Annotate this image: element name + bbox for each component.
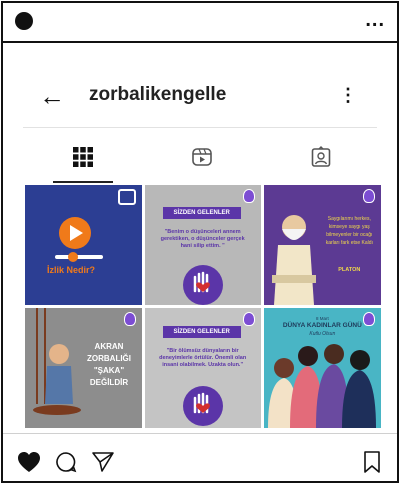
post-4-headline-3: "ŞAKA" [93, 366, 125, 375]
footer-divider [3, 433, 397, 434]
play-illustration [55, 217, 103, 262]
post-tile-4[interactable]: AKRAN ZORBALIĞI "ŞAKA" DEĞİLDİR [25, 308, 142, 428]
phone-frame: ... ← zorbalikengelle ⋮ İzlik Nedir? SİZ… [1, 1, 399, 483]
post-3-author: PLATON [338, 267, 361, 273]
reels-icon [192, 148, 212, 166]
header-divider [23, 127, 377, 128]
more-options-button[interactable]: ... [365, 9, 385, 32]
profile-username: zorbalikengelle [89, 84, 227, 105]
kebab-menu-icon[interactable]: ⋮ [339, 85, 357, 106]
profile-tabs [23, 133, 377, 183]
back-arrow-icon[interactable]: ← [39, 83, 65, 109]
hand-heart-illustration [182, 265, 223, 305]
post-1-caption: İzlik Nedir? [47, 265, 96, 275]
post-4-headline-4: DEĞİLDİR [89, 378, 129, 387]
post-4-headline-2: ZORBALIĞI [87, 354, 131, 363]
tab-grid[interactable] [23, 133, 143, 183]
grid-icon [73, 147, 93, 167]
post-tile-6[interactable]: 8 Mart DÜNYA KADINLAR GÜNÜ Kutlu Olsun [264, 308, 381, 428]
comment-icon[interactable] [55, 451, 77, 473]
tagged-icon [311, 146, 331, 167]
post-actions-bar [3, 447, 397, 481]
post-tile-5[interactable]: SİZDEN GELENLER "Bir ölümsüz dünyaların … [144, 308, 262, 428]
profile-header: ← zorbalikengelle ⋮ [3, 75, 397, 123]
tab-reels[interactable] [142, 133, 262, 181]
hand-heart-illustration [182, 386, 223, 426]
share-icon[interactable] [91, 451, 115, 473]
post-4-headline-1: AKRAN [94, 342, 124, 351]
post-tile-1[interactable]: İzlik Nedir? [25, 185, 142, 305]
post-tile-3[interactable]: Saygılarımı herkes, kimseye saygı yaş bi… [264, 185, 381, 305]
heart-icon[interactable] [17, 451, 41, 473]
tab-tagged[interactable] [261, 133, 381, 181]
women-silhouettes-illustration [268, 344, 377, 428]
bookmark-icon[interactable] [363, 451, 381, 473]
posts-grid: İzlik Nedir? SİZDEN GELENLER "Benim o dü… [25, 185, 381, 428]
post-3-quote: Saygılarımı herkes, kimseye saygı yaş bi… [325, 216, 373, 246]
post-tile-2[interactable]: SİZDEN GELENLER "Benim o düşünceleri ann… [144, 185, 262, 305]
profile-avatar-dot[interactable] [15, 12, 33, 30]
status-bar: ... [3, 3, 397, 43]
